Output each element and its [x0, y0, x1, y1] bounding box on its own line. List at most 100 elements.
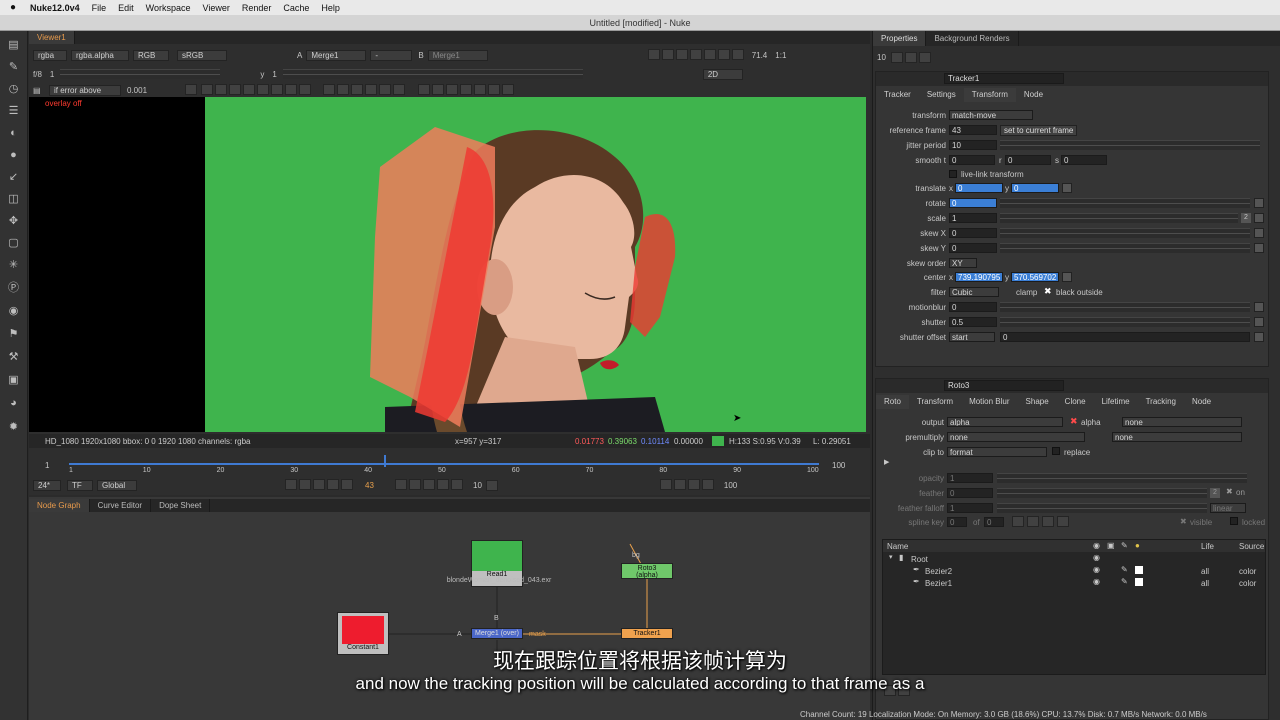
translate-curve-icon[interactable] [1062, 183, 1072, 193]
clear-icon[interactable] [459, 83, 472, 95]
motionblur-slider[interactable] [1000, 302, 1250, 312]
channels-dropdown[interactable]: rgba [33, 49, 67, 61]
tree-header-life[interactable]: Life [1201, 542, 1214, 551]
ratio-value[interactable]: 1:1 [775, 51, 786, 60]
skewx-field[interactable]: 0 [949, 228, 997, 238]
translate-y-field[interactable]: 0 [1011, 183, 1059, 193]
root-visible-icon[interactable]: ◉ [1093, 553, 1100, 562]
jitter-field[interactable]: 10 [949, 140, 997, 150]
skewx-slider[interactable] [1000, 228, 1250, 238]
menu-render[interactable]: Render [242, 3, 272, 13]
tree-header-lock-icon[interactable]: ▣ [1107, 541, 1115, 550]
export-icon[interactable] [701, 478, 714, 490]
fstop-label[interactable]: f/8 [33, 70, 42, 79]
prev-key-icon[interactable] [215, 83, 228, 95]
grid-icon[interactable] [417, 83, 430, 95]
tracker-node[interactable]: Tracker1 [621, 628, 673, 639]
bezier2-color-swatch[interactable] [1135, 566, 1143, 574]
error-value[interactable]: 0.001 [127, 86, 167, 95]
image-tool-icon[interactable]: ▤ [6, 38, 21, 53]
bezier2-edit-icon[interactable]: ✎ [1121, 565, 1128, 574]
tree-header-color-icon[interactable]: ● [1135, 541, 1140, 550]
pause-icon[interactable] [689, 48, 702, 60]
rotate-slider[interactable] [1000, 198, 1250, 208]
back-icon[interactable] [243, 83, 256, 95]
opacity-field[interactable]: 1 [947, 473, 993, 483]
settings-icon[interactable] [445, 83, 458, 95]
tab-tracker[interactable]: Tracker [876, 88, 919, 102]
menu-cache[interactable]: Cache [283, 3, 309, 13]
view-icon[interactable] [487, 83, 500, 95]
lock-icon[interactable] [891, 51, 903, 63]
gamma-slider[interactable] [282, 69, 583, 79]
transform-dropdown[interactable]: match-move [949, 110, 1033, 120]
tab-dope-sheet[interactable]: Dope Sheet [151, 499, 211, 512]
tl-fwd-icon[interactable] [423, 478, 435, 490]
tab-tracking[interactable]: Tracking [1138, 395, 1184, 409]
tab-transform[interactable]: Transform [963, 88, 1016, 102]
skew-order-dropdown[interactable]: XY [949, 258, 977, 268]
skewx-anim-icon[interactable] [1254, 228, 1264, 238]
edit-icon[interactable] [919, 51, 931, 63]
menu-workspace[interactable]: Workspace [146, 3, 191, 13]
particles-tool-icon[interactable]: ✳ [6, 258, 21, 273]
tree-header-source[interactable]: Source [1239, 542, 1264, 551]
bezier1-edit-icon[interactable]: ✎ [1121, 577, 1128, 586]
tab-viewer1[interactable]: Viewer1 [29, 31, 75, 44]
app-menu[interactable]: Nuke12.0v4 [30, 3, 80, 13]
clip-to-dropdown[interactable]: format [947, 447, 1047, 457]
tree-row[interactable]: ✒ Bezier2 ◉ ✎ all color [883, 565, 1265, 577]
tab-clone[interactable]: Clone [1057, 395, 1094, 409]
other-tool-icon[interactable]: ▣ [6, 373, 21, 388]
next-key-icon[interactable] [299, 83, 312, 95]
gpu-icon[interactable] [717, 48, 730, 60]
replace-checkbox[interactable] [1052, 447, 1060, 455]
skewy-anim-icon[interactable] [1254, 243, 1264, 253]
refresh-icon[interactable] [703, 48, 716, 60]
shutter-slider[interactable] [1000, 317, 1250, 327]
zoom-value[interactable]: 71.4 [752, 51, 768, 60]
tl-prevkey-icon[interactable] [313, 478, 325, 490]
gpu-toggle-icon[interactable]: ▤ [33, 86, 49, 95]
tab-lifetime[interactable]: Lifetime [1094, 395, 1138, 409]
tl-first-icon[interactable] [299, 478, 311, 490]
tab-node[interactable]: Node [1016, 88, 1051, 102]
key-all-icon[interactable] [379, 83, 392, 95]
tl-step-fwd-icon[interactable] [485, 479, 498, 491]
center-x-field[interactable]: 739.190795 [955, 272, 1003, 282]
views-tool-icon[interactable]: ◉ [6, 304, 21, 319]
next-key-button[interactable] [1027, 516, 1039, 527]
add-key-button[interactable] [1042, 516, 1054, 527]
menu-viewer[interactable]: Viewer [202, 3, 229, 13]
tab-roto-transform[interactable]: Transform [909, 395, 961, 409]
filter-dropdown[interactable]: Cubic [949, 287, 999, 297]
tab-roto-node[interactable]: Node [1184, 395, 1219, 409]
flipbook-icon[interactable] [659, 478, 672, 490]
output-extra-dropdown[interactable]: none [1122, 417, 1242, 427]
expand-arrow-icon[interactable]: ▶ [884, 458, 889, 466]
first-frame-icon[interactable] [201, 83, 214, 95]
rotate-field[interactable]: 0 [949, 198, 997, 208]
tab-motion-blur[interactable]: Motion Blur [961, 395, 1017, 409]
gain-slider[interactable] [60, 69, 221, 79]
tab-shape[interactable]: Shape [1018, 395, 1057, 409]
center-y-field[interactable]: 570.569702 [1011, 272, 1059, 282]
tab-curve-editor[interactable]: Curve Editor [90, 499, 152, 512]
metadata-tool-icon[interactable]: ⚑ [6, 327, 21, 342]
bezier1-color-swatch[interactable] [1135, 578, 1143, 586]
tree-header-name[interactable]: Name [887, 542, 908, 551]
close-icon[interactable] [501, 83, 514, 95]
track-clear-icon[interactable] [365, 83, 378, 95]
scale-anim-icon[interactable] [1254, 213, 1264, 223]
tracker-name-field[interactable]: Tracker1 [944, 73, 1064, 84]
black-outside-checkbox[interactable]: ✖ [1044, 286, 1052, 297]
merge-tool-icon[interactable]: ◫ [6, 192, 21, 207]
filter-tool-icon[interactable]: ● [6, 148, 21, 163]
transform-tool-icon[interactable]: ✥ [6, 214, 21, 229]
time-tool-icon[interactable]: ◷ [6, 82, 21, 97]
smooth-s-field[interactable]: 0 [1061, 155, 1107, 165]
timeline-end-2[interactable]: 100 [724, 481, 737, 490]
current-frame-field[interactable]: 43 [365, 481, 395, 490]
draw-tool-icon[interactable]: ✎ [6, 60, 21, 75]
delete-key-button[interactable] [1057, 516, 1069, 527]
